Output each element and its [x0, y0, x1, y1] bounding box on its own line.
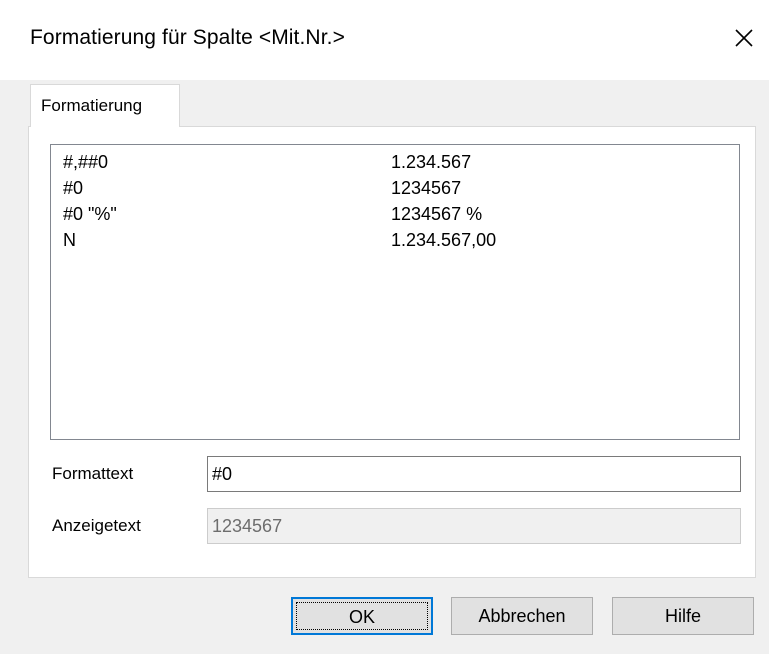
format-listbox[interactable]: #,##0 1.234.567 #0 1234567 #0 "%" 123456…: [50, 144, 740, 440]
ok-button[interactable]: OK: [291, 597, 433, 635]
tab-label: Formatierung: [41, 96, 143, 115]
title-bar: Formatierung für Spalte <Mit.Nr.>: [0, 0, 769, 80]
list-item[interactable]: #0 1234567: [51, 176, 739, 202]
cancel-button[interactable]: Abbrechen: [451, 597, 593, 635]
format-code: #,##0: [63, 152, 109, 172]
anzeigetext-field: 1234567: [207, 508, 741, 544]
format-preview: 1234567 %: [391, 204, 483, 224]
close-button[interactable]: [719, 14, 769, 62]
window-title: Formatierung für Spalte <Mit.Nr.>: [30, 26, 345, 49]
format-preview: 1.234.567: [391, 152, 472, 172]
format-code: #0 "%": [63, 204, 117, 224]
list-item[interactable]: N 1.234.567,00: [51, 228, 739, 254]
list-item[interactable]: #0 "%" 1234567 %: [51, 202, 739, 228]
help-button-label: Hilfe: [664, 606, 701, 626]
list-item[interactable]: #,##0 1.234.567: [51, 150, 739, 176]
formattext-input[interactable]: #0: [207, 456, 741, 492]
format-preview: 1.234.567,00: [391, 230, 497, 250]
format-code: N: [63, 230, 76, 250]
format-preview: 1234567: [391, 178, 462, 198]
anzeigetext-label: Anzeigetext: [52, 516, 141, 535]
formattext-label: Formattext: [52, 464, 134, 483]
help-button[interactable]: Hilfe: [612, 597, 754, 635]
tab-formatierung[interactable]: Formatierung: [30, 84, 180, 127]
close-icon: [735, 29, 753, 47]
format-code: #0: [63, 178, 84, 198]
ok-button-label: OK: [348, 607, 375, 627]
cancel-button-label: Abbrechen: [478, 606, 566, 626]
